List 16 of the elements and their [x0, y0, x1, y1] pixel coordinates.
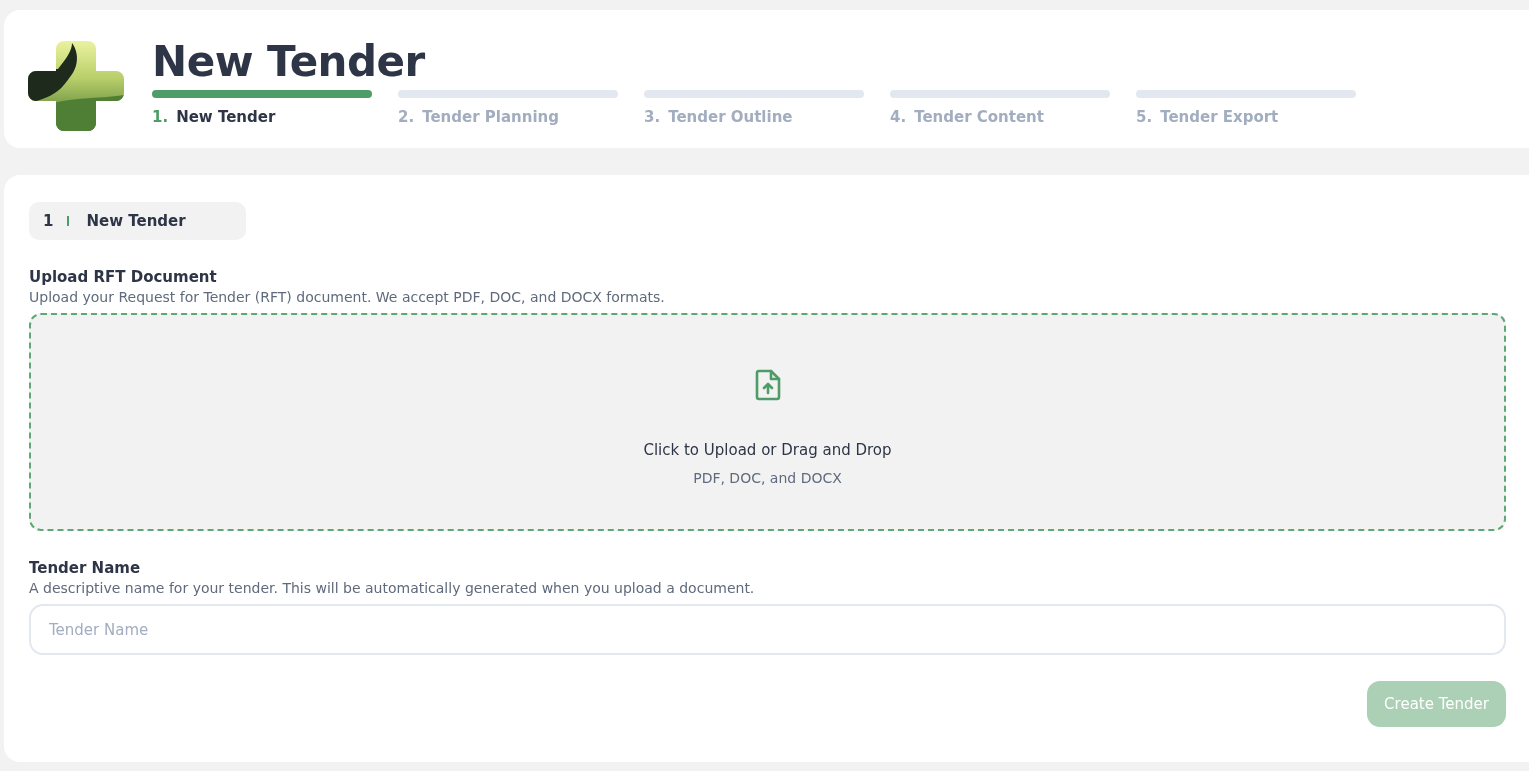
field-description: A descriptive name for your tender. This will be automatically generated when you upload a document.: [29, 579, 756, 598]
progress-step[interactable]: 2. Tender Planning: [398, 90, 618, 126]
progress-step[interactable]: 4. Tender Content: [890, 90, 1110, 126]
file-upload-icon: [753, 369, 782, 401]
upload-formats: PDF, DOC, and DOCX: [693, 470, 842, 486]
field-label: Upload RFT Document: [29, 267, 218, 287]
page-title: New Tender: [152, 38, 426, 86]
field-label: Tender Name: [29, 558, 142, 578]
upload-prompt: Click to Upload or Drag and Drop: [643, 441, 892, 459]
progress-step[interactable]: 5. Tender Export: [1136, 90, 1356, 126]
tender-name-field[interactable]: Tender Name: [29, 604, 1506, 655]
field-description: Upload your Request for Tender (RFT) document. We accept PDF, DOC, and DOCX formats.: [29, 288, 666, 307]
upload-dropzone[interactable]: Click to Upload or Drag and Drop PDF, DOC, and DOCX: [29, 313, 1506, 531]
section-label: 1 New Tender: [29, 202, 246, 240]
progress-step[interactable]: 1. New Tender: [152, 90, 372, 126]
progress-step[interactable]: 3. Tender Outline: [644, 90, 864, 126]
